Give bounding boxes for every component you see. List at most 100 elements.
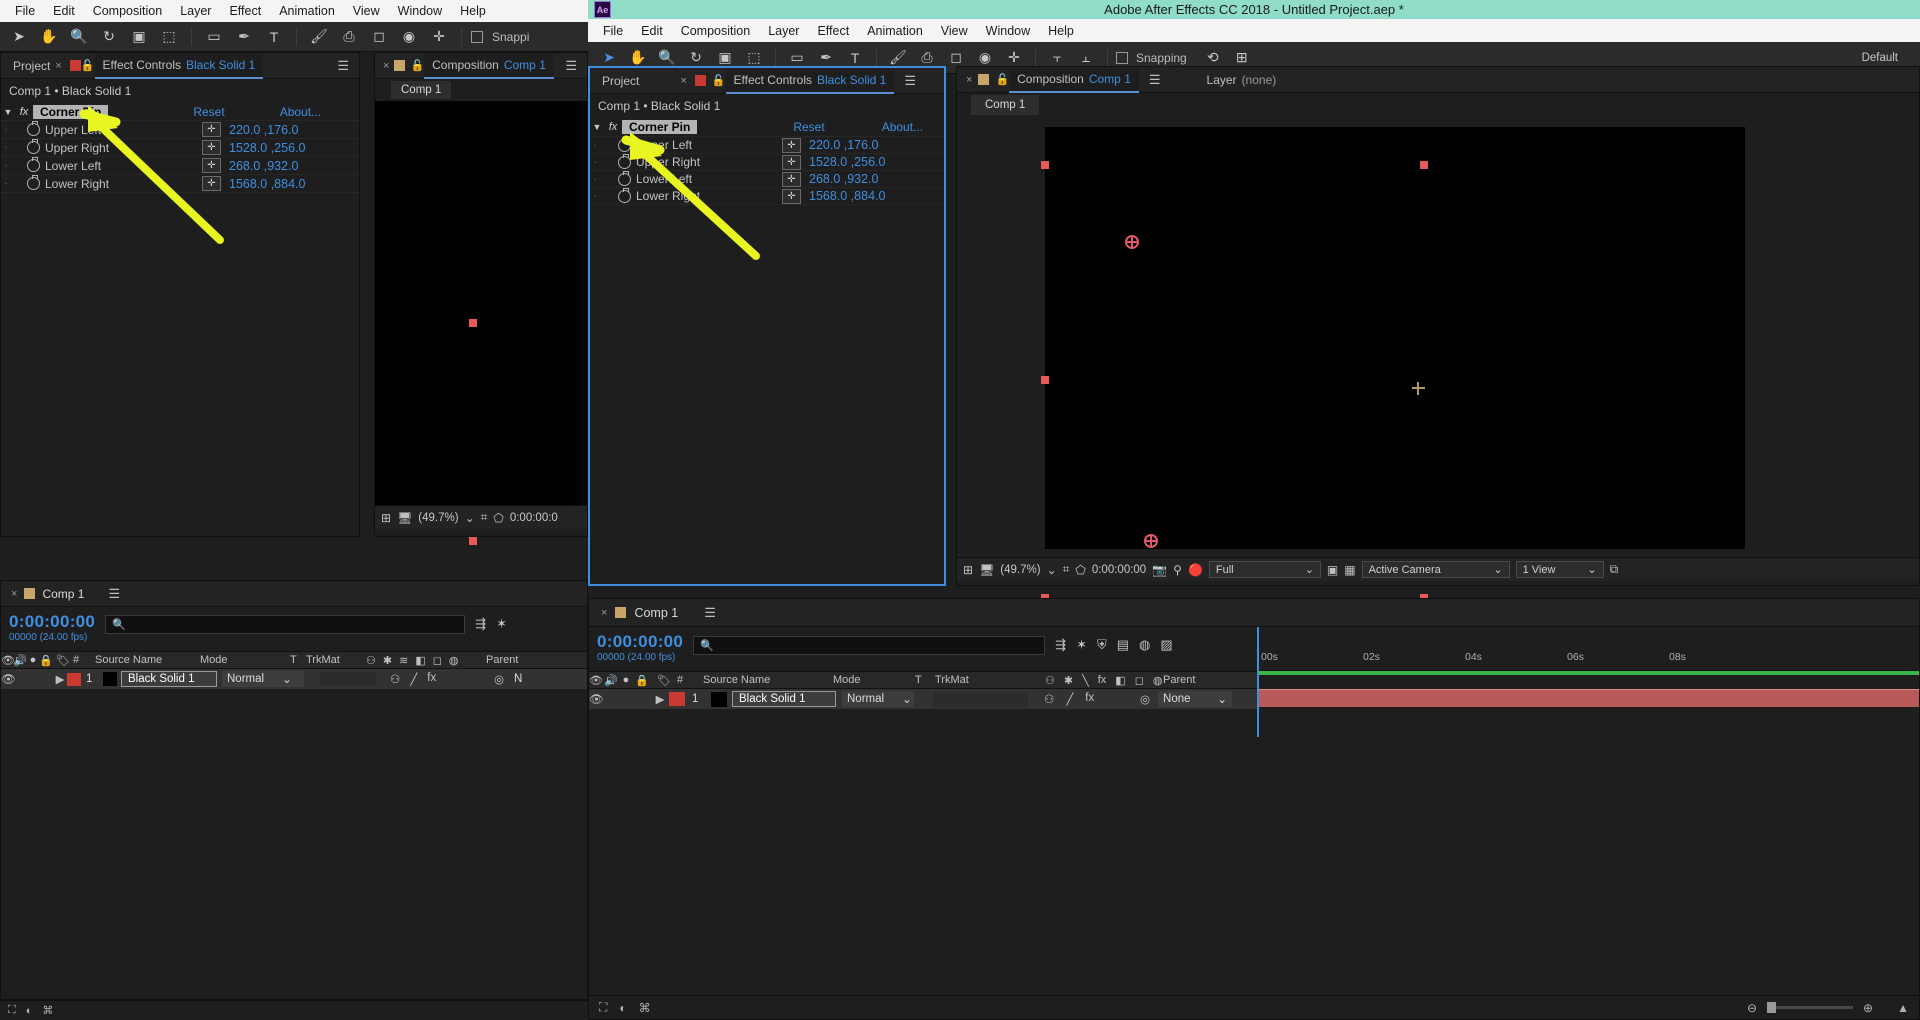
stopwatch-icon[interactable] [618, 136, 631, 152]
stopwatch-icon[interactable] [27, 157, 40, 172]
timeline-graph-icon[interactable]: ▲ [1897, 1001, 1909, 1015]
layer-expand-arrow-icon[interactable]: ▶ [651, 692, 669, 706]
comp-lock-icon[interactable]: 🔓 [995, 73, 1009, 86]
background-comp-canvas[interactable] [375, 101, 587, 545]
region-of-interest-toggle-icon[interactable]: ▣ [1327, 563, 1338, 577]
foreground-menubar[interactable]: File Edit Composition Layer Effect Anima… [588, 19, 1920, 42]
menu-composition[interactable]: Composition [84, 2, 171, 20]
menu-window[interactable]: Window [977, 22, 1039, 40]
timeline-playhead[interactable] [1257, 627, 1259, 737]
motion-blur-icon[interactable]: ◍ [1139, 637, 1150, 653]
timeline-layer-row[interactable]: 👁 ▶ 1 Black Solid 1 Normal ⌄ ⚇ ╱ fx ◎ No… [589, 689, 1257, 709]
tab-effect-controls[interactable]: Effect Controls Black Solid 1 [94, 52, 264, 79]
corner-handle-upper-right[interactable] [1420, 161, 1428, 169]
region-of-interest-icon[interactable]: ⌗ [481, 510, 488, 525]
hide-shy-layers-icon[interactable]: ⛨ [1097, 637, 1107, 653]
corner-pin-marker[interactable] [1144, 534, 1158, 548]
menu-effect[interactable]: Effect [220, 2, 270, 20]
menu-window[interactable]: Window [389, 2, 451, 20]
layer-fx-icon[interactable]: fx [427, 672, 436, 686]
property-value[interactable]: 1568.0 ,884.0 [229, 177, 359, 191]
stopwatch-icon[interactable] [618, 153, 631, 169]
tab-effect-controls[interactable]: Effect Controls Black Solid 1 [725, 67, 895, 94]
background-viewer-toolbar[interactable]: ⊞ 🖥 (49.7%) ⌄ ⌗ ⬠ 0:00:00:0 [375, 505, 587, 529]
ec-property-row[interactable]: · Lower Left ✛ 268.0 ,932.0 [590, 170, 944, 188]
hand-tool-icon[interactable]: ✋ [36, 26, 62, 48]
about-link[interactable]: About... [280, 105, 321, 119]
layer-video-toggle[interactable]: 👁 [589, 692, 604, 706]
show-snapshot-icon[interactable]: ⚲ [1173, 563, 1182, 577]
property-value[interactable]: 268.0 ,932.0 [809, 172, 944, 186]
magnification-icon[interactable]: ⊞ [963, 563, 973, 577]
disclosure-triangle-icon[interactable]: ▼ [590, 122, 604, 132]
menu-edit[interactable]: Edit [632, 22, 672, 40]
corner-pin-marker[interactable] [1125, 235, 1139, 249]
orbit-tool-icon[interactable]: ↻ [96, 26, 122, 48]
effect-name-label[interactable]: Corner Pin [33, 104, 109, 119]
comp-subtab-label[interactable]: Comp 1 [971, 95, 1040, 115]
status-motion-blur-icon[interactable]: ◐ [26, 1005, 33, 1017]
keyframe-nav-dot-icon[interactable]: · [590, 157, 600, 168]
ec-property-row[interactable]: · Upper Left ✛ 220.0 ,176.0 [590, 136, 944, 154]
layer-switches[interactable]: ⚇ ╱ fx [376, 672, 494, 686]
display-icon[interactable]: 🖥 [397, 511, 412, 525]
stopwatch-icon[interactable] [618, 170, 631, 186]
layer-parent-pickwhip-icon[interactable]: ◎ [1140, 692, 1150, 706]
foreground-viewer-toolbar[interactable]: ⊞ 🖥 (49.7%) ⌄ ⌗ ⬠ 0:00:00:00 📷 ⚲ 🔴 Full … [957, 557, 1919, 581]
keyframe-nav-dot-icon[interactable]: · [1, 142, 11, 153]
tab-project[interactable]: Project × [594, 68, 695, 94]
effect-name-label[interactable]: Corner Pin [622, 120, 698, 134]
ec-property-row[interactable]: · Lower Right ✛ 1568.0 ,884.0 [590, 187, 944, 205]
zoom-level-label[interactable]: (49.7%) [1000, 564, 1040, 576]
pin-picker-button[interactable]: ✛ [202, 122, 221, 137]
layer-duration-bar[interactable] [1257, 689, 1919, 707]
background-ec-tabrow[interactable]: Project × 🔓 Effect Controls Black Solid … [1, 52, 359, 79]
stopwatch-icon[interactable] [27, 175, 40, 190]
foreground-comp-subtab[interactable]: Comp 1 [957, 93, 1919, 117]
property-value[interactable]: 268.0 ,932.0 [229, 159, 359, 173]
puppet-pin-tool-icon[interactable]: ✛ [426, 26, 452, 48]
timeline-timecode[interactable]: 0:00:00:00 [597, 632, 683, 652]
frame-blending-icon[interactable]: ▤ [1117, 637, 1129, 653]
stopwatch-icon[interactable] [27, 121, 40, 136]
keyframe-nav-dot-icon[interactable]: · [590, 140, 600, 151]
brush-tool-icon[interactable]: 🖌 [306, 26, 332, 48]
timeline-statusbar[interactable]: ⛶ ◐ ⌘ ⊖ ⊕ ▲ [589, 995, 1919, 1019]
tab-composition[interactable]: Composition Comp 1 [424, 52, 554, 79]
menu-file[interactable]: File [594, 22, 632, 40]
menu-help[interactable]: Help [1039, 22, 1083, 40]
pen-tool-icon[interactable]: ✒ [231, 26, 257, 48]
keyframe-nav-dot-icon[interactable]: · [1, 160, 11, 171]
pin-picker-button[interactable]: ✛ [782, 188, 801, 204]
keyframe-nav-dot-icon[interactable]: · [1, 124, 11, 135]
property-value[interactable]: 1528.0 ,256.0 [809, 155, 944, 169]
menu-animation[interactable]: Animation [270, 2, 344, 20]
snapping-checkbox[interactable] [471, 30, 483, 43]
draft-3d-icon[interactable]: ✶ [496, 616, 507, 632]
comp-panel-menu-icon[interactable]: ☰ [559, 58, 583, 74]
ec-property-row[interactable]: · Upper Right ✛ 1528.0 ,256.0 [1, 139, 359, 157]
layer-parent-dropdown[interactable]: None ⌄ [1158, 691, 1233, 707]
layer-slash-icon[interactable]: ╱ [1066, 692, 1073, 706]
timeline-panel-menu-icon[interactable]: ☰ [102, 586, 126, 602]
foreground-canvas-area[interactable] [957, 117, 1919, 602]
comp-subtab-label[interactable]: Comp 1 [391, 81, 452, 99]
keyframe-nav-dot-icon[interactable]: · [1, 178, 11, 189]
disclosure-triangle-icon[interactable]: ▼ [1, 107, 15, 117]
tab-project-close-icon[interactable]: × [680, 75, 686, 87]
timeline-panel-menu-icon[interactable]: ☰ [698, 605, 722, 621]
graph-editor-icon[interactable]: ▨ [1160, 637, 1172, 653]
ec-property-row[interactable]: · Lower Left ✛ 268.0 ,932.0 [1, 157, 359, 175]
layer-label-swatch[interactable] [669, 692, 685, 706]
layer-slash-icon[interactable]: ╱ [410, 672, 417, 686]
layer-fx-icon[interactable]: fx [1085, 692, 1094, 706]
pixel-aspect-correction-icon[interactable]: ⧉ [1610, 562, 1619, 577]
layer-mode-dropdown[interactable]: Normal ⌄ [842, 691, 914, 707]
layer-expand-arrow-icon[interactable]: ▶ [53, 672, 67, 686]
background-statusbar[interactable]: ⛶ ◐ ⌘ [0, 1000, 588, 1020]
timeline-tab-close-icon[interactable]: × [5, 588, 17, 600]
display-icon[interactable]: 🖥 [979, 563, 994, 577]
property-value[interactable]: 1568.0 ,884.0 [809, 189, 944, 203]
keyframe-nav-dot-icon[interactable]: · [590, 174, 600, 185]
pin-picker-button[interactable]: ✛ [782, 137, 801, 153]
